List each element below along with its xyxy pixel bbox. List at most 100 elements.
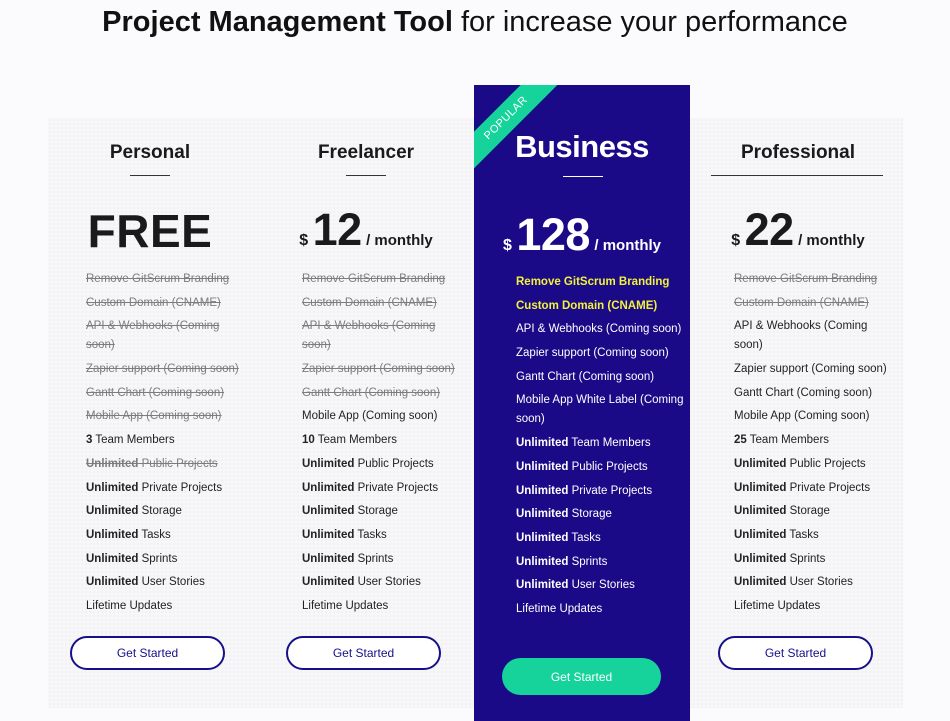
plan-price: $ 22 / monthly xyxy=(698,204,898,256)
feature-item: Gantt Chart (Coming soon) xyxy=(302,384,462,403)
feature-item: Mobile App (Coming soon) xyxy=(302,407,462,426)
feature-item: API & Webhooks (Coming soon) xyxy=(516,320,686,339)
feature-text: Public Projects xyxy=(138,457,218,470)
feature-item: Lifetime Updates xyxy=(302,597,462,616)
feature-item: Unlimited Storage xyxy=(734,502,894,521)
feature-bold: Unlimited xyxy=(86,505,139,518)
feature-text: API & Webhooks (Coming soon) xyxy=(302,320,436,352)
price-amount: 22 xyxy=(744,204,795,255)
price-amount: 128 xyxy=(516,209,590,260)
feature-item: Unlimited Storage xyxy=(86,502,246,521)
price-period: / monthly xyxy=(594,237,662,254)
feature-text: Remove GitScrum Branding xyxy=(302,273,446,285)
feature-text: Public Projects xyxy=(568,460,648,473)
feature-text: User Stories xyxy=(568,579,635,592)
price-currency: $ xyxy=(502,237,512,254)
feature-text: Lifetime Updates xyxy=(516,602,603,615)
feature-item: Remove GitScrum Branding xyxy=(302,270,462,289)
feature-text: Remove GitScrum Branding xyxy=(516,276,670,288)
feature-text: Sprints xyxy=(138,552,178,565)
feature-item: Remove GitScrum Branding xyxy=(86,270,246,289)
get-started-button[interactable]: Get Started xyxy=(286,636,441,670)
price-currency: $ xyxy=(731,232,741,249)
feature-text: Custom Domain (CNAME) xyxy=(86,296,221,309)
price-free: FREE xyxy=(87,205,213,257)
feature-text: Private Projects xyxy=(568,484,653,497)
price-amount: 12 xyxy=(312,204,363,255)
feature-item: Unlimited User Stories xyxy=(734,573,894,592)
plan-card-professional: Professional $ 22 / monthly Remove GitSc… xyxy=(698,118,898,698)
feature-item: 25 Team Members xyxy=(734,431,894,450)
feature-item: Lifetime Updates xyxy=(516,600,686,619)
feature-item: Unlimited Public Projects xyxy=(86,455,246,474)
plan-name: Personal xyxy=(109,142,191,163)
feature-bold: Unlimited xyxy=(734,528,787,541)
feature-item: Unlimited Tasks xyxy=(516,529,686,548)
feature-item: Unlimited Sprints xyxy=(516,553,686,572)
feature-item: Remove GitScrum Branding xyxy=(516,273,686,292)
feature-bold: Unlimited xyxy=(734,576,787,589)
divider xyxy=(346,175,386,176)
feature-text: Gantt Chart (Coming soon) xyxy=(302,386,441,399)
divider xyxy=(130,175,170,176)
feature-bold: Unlimited xyxy=(516,484,569,497)
feature-bold: Unlimited xyxy=(516,555,569,568)
feature-item: Custom Domain (CNAME) xyxy=(302,294,462,313)
feature-list: Remove GitScrum Branding Custom Domain (C… xyxy=(86,270,246,621)
feature-bold: Unlimited xyxy=(302,481,355,494)
feature-text: Sprints xyxy=(354,552,394,565)
feature-item: Custom Domain (CNAME) xyxy=(734,294,894,313)
feature-text: Private Projects xyxy=(786,481,871,494)
get-started-button[interactable]: Get Started xyxy=(70,636,225,670)
feature-text: Storage xyxy=(568,508,612,521)
feature-text: Gantt Chart (Coming soon) xyxy=(516,370,655,383)
feature-text: Public Projects xyxy=(786,457,866,470)
feature-item: Zapier support (Coming soon) xyxy=(302,360,462,379)
feature-text: API & Webhooks (Coming soon) xyxy=(734,320,868,352)
feature-list: Remove GitScrum Branding Custom Domain (C… xyxy=(734,270,894,621)
feature-item: Unlimited Public Projects xyxy=(302,455,462,474)
feature-text: Gantt Chart (Coming soon) xyxy=(734,386,873,399)
feature-text: Custom Domain (CNAME) xyxy=(516,299,658,312)
feature-text: API & Webhooks (Coming soon) xyxy=(86,320,220,352)
plan-price: $ 128 / monthly xyxy=(474,209,690,261)
feature-text: Lifetime Updates xyxy=(302,599,389,612)
feature-item: Unlimited User Stories xyxy=(86,573,246,592)
feature-item: Unlimited Private Projects xyxy=(734,479,894,498)
feature-item: Unlimited Sprints xyxy=(734,550,894,569)
feature-text: Zapier support (Coming soon) xyxy=(302,363,455,376)
feature-text: Private Projects xyxy=(138,481,223,494)
get-started-button[interactable]: Get Started xyxy=(502,658,661,695)
feature-bold: Unlimited xyxy=(86,528,139,541)
get-started-button[interactable]: Get Started xyxy=(718,636,873,670)
feature-item: Gantt Chart (Coming soon) xyxy=(516,368,686,387)
feature-text: Lifetime Updates xyxy=(86,599,173,612)
plan-name: Professional xyxy=(740,142,856,163)
feature-item: Unlimited Private Projects xyxy=(516,482,686,501)
feature-text: Tasks xyxy=(354,528,387,541)
feature-text: Public Projects xyxy=(354,457,434,470)
feature-text: Tasks xyxy=(138,528,171,541)
feature-item: Unlimited Public Projects xyxy=(734,455,894,474)
divider xyxy=(563,176,603,177)
price-currency: $ xyxy=(299,232,309,249)
feature-item: Unlimited User Stories xyxy=(516,576,686,595)
feature-item: Unlimited Team Members xyxy=(516,434,686,453)
feature-text: Remove GitScrum Branding xyxy=(734,273,878,285)
feature-item: Custom Domain (CNAME) xyxy=(516,297,686,316)
feature-text: User Stories xyxy=(138,576,205,589)
feature-list: Remove GitScrum Branding Custom Domain (C… xyxy=(516,273,686,624)
headline-bold: Project Management Tool xyxy=(102,6,453,38)
plan-price: FREE xyxy=(50,204,250,258)
feature-text: Gantt Chart (Coming soon) xyxy=(86,386,225,399)
feature-text: Storage xyxy=(786,505,830,518)
feature-bold: Unlimited xyxy=(86,481,139,494)
feature-item: Unlimited Tasks xyxy=(734,526,894,545)
feature-text: Mobile App (Coming soon) xyxy=(734,410,870,423)
feature-bold: Unlimited xyxy=(734,505,787,518)
feature-bold: Unlimited xyxy=(302,576,355,589)
feature-text: Lifetime Updates xyxy=(734,599,821,612)
feature-text: Custom Domain (CNAME) xyxy=(734,296,869,309)
plan-name: Business xyxy=(515,129,649,164)
headline-rest: for increase your performance xyxy=(452,6,848,38)
